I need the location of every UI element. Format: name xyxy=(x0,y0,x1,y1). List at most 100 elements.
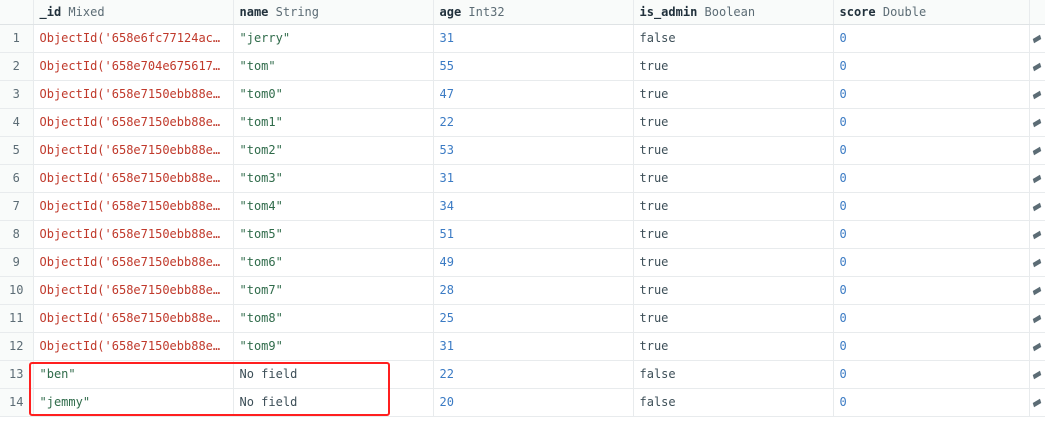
table-row[interactable]: 13 "ben" No field 22 false 0 xyxy=(0,360,1045,389)
table-row[interactable]: 11 ObjectId('658e7150ebb88e… "tom8" 25 true 0 xyxy=(0,304,1045,333)
row-edit-button[interactable] xyxy=(1029,136,1045,165)
cell-score[interactable]: 0 xyxy=(833,52,1030,81)
cell-is-admin[interactable]: true xyxy=(633,276,834,305)
column-header-id[interactable]: _id Mixed xyxy=(33,0,234,25)
cell-name[interactable]: "tom8" xyxy=(233,304,434,333)
cell-age[interactable]: 22 xyxy=(433,108,634,137)
cell-is-admin[interactable]: true xyxy=(633,248,834,277)
cell-name[interactable]: No field xyxy=(233,388,434,417)
row-edit-button[interactable] xyxy=(1029,192,1045,221)
cell-age[interactable]: 28 xyxy=(433,276,634,305)
cell-name[interactable]: "tom3" xyxy=(233,164,434,193)
cell-name[interactable]: "tom5" xyxy=(233,220,434,249)
cell-is-admin[interactable]: true xyxy=(633,52,834,81)
cell-score[interactable]: 0 xyxy=(833,248,1030,277)
cell-id[interactable]: ObjectId('658e6fc77124ac… xyxy=(33,24,234,53)
cell-score[interactable]: 0 xyxy=(833,388,1030,417)
cell-id[interactable]: ObjectId('658e7150ebb88e… xyxy=(33,248,234,277)
cell-name[interactable]: "jerry" xyxy=(233,24,434,53)
cell-age[interactable]: 53 xyxy=(433,136,634,165)
cell-id[interactable]: "ben" xyxy=(33,360,234,389)
cell-score[interactable]: 0 xyxy=(833,276,1030,305)
row-edit-button[interactable] xyxy=(1029,388,1045,417)
cell-score[interactable]: 0 xyxy=(833,304,1030,333)
row-edit-button[interactable] xyxy=(1029,80,1045,109)
cell-name[interactable]: "tom4" xyxy=(233,192,434,221)
cell-is-admin[interactable]: false xyxy=(633,388,834,417)
cell-age[interactable]: 34 xyxy=(433,192,634,221)
cell-id[interactable]: ObjectId('658e7150ebb88e… xyxy=(33,80,234,109)
row-edit-button[interactable] xyxy=(1029,108,1045,137)
row-edit-button[interactable] xyxy=(1029,24,1045,53)
cell-age[interactable]: 31 xyxy=(433,332,634,361)
table-row[interactable]: 8 ObjectId('658e7150ebb88e… "tom5" 51 true 0 xyxy=(0,220,1045,249)
table-row[interactable]: 2 ObjectId('658e704e675617… "tom" 55 true 0 xyxy=(0,52,1045,81)
column-header-age[interactable]: age Int32 xyxy=(433,0,634,25)
cell-id[interactable]: ObjectId('658e7150ebb88e… xyxy=(33,332,234,361)
cell-id[interactable]: ObjectId('658e7150ebb88e… xyxy=(33,276,234,305)
row-edit-button[interactable] xyxy=(1029,220,1045,249)
row-edit-button[interactable] xyxy=(1029,248,1045,277)
cell-id[interactable]: ObjectId('658e7150ebb88e… xyxy=(33,136,234,165)
column-header-name[interactable]: name String xyxy=(233,0,434,25)
row-edit-button[interactable] xyxy=(1029,360,1045,389)
cell-is-admin[interactable]: true xyxy=(633,304,834,333)
cell-age[interactable]: 47 xyxy=(433,80,634,109)
cell-score[interactable]: 0 xyxy=(833,332,1030,361)
row-edit-button[interactable] xyxy=(1029,52,1045,81)
cell-score[interactable]: 0 xyxy=(833,164,1030,193)
cell-name[interactable]: "tom0" xyxy=(233,80,434,109)
cell-id[interactable]: ObjectId('658e7150ebb88e… xyxy=(33,304,234,333)
table-row[interactable]: 5 ObjectId('658e7150ebb88e… "tom2" 53 true 0 xyxy=(0,136,1045,165)
cell-name[interactable]: "tom" xyxy=(233,52,434,81)
cell-age[interactable]: 25 xyxy=(433,304,634,333)
table-row[interactable]: 1 ObjectId('658e6fc77124ac… "jerry" 31 false… xyxy=(0,24,1045,53)
cell-is-admin[interactable]: true xyxy=(633,220,834,249)
cell-is-admin[interactable]: false xyxy=(633,24,834,53)
cell-age[interactable]: 55 xyxy=(433,52,634,81)
column-header-score[interactable]: score Double xyxy=(833,0,1030,25)
table-row[interactable]: 6 ObjectId('658e7150ebb88e… "tom3" 31 true 0 xyxy=(0,164,1045,193)
cell-age[interactable]: 22 xyxy=(433,360,634,389)
column-header-is-admin[interactable]: is_admin Boolean xyxy=(633,0,834,25)
cell-name[interactable]: "tom9" xyxy=(233,332,434,361)
cell-score[interactable]: 0 xyxy=(833,80,1030,109)
cell-id[interactable]: ObjectId('658e7150ebb88e… xyxy=(33,192,234,221)
table-row[interactable]: 9 ObjectId('658e7150ebb88e… "tom6" 49 true 0 xyxy=(0,248,1045,277)
table-row[interactable]: 12 ObjectId('658e7150ebb88e… "tom9" 31 true 0 xyxy=(0,332,1045,361)
cell-score[interactable]: 0 xyxy=(833,360,1030,389)
cell-is-admin[interactable]: true xyxy=(633,108,834,137)
table-row[interactable]: 7 ObjectId('658e7150ebb88e… "tom4" 34 true 0 xyxy=(0,192,1045,221)
cell-age[interactable]: 49 xyxy=(433,248,634,277)
cell-is-admin[interactable]: true xyxy=(633,136,834,165)
cell-age[interactable]: 31 xyxy=(433,164,634,193)
table-row[interactable]: 3 ObjectId('658e7150ebb88e… "tom0" 47 true 0 xyxy=(0,80,1045,109)
cell-score[interactable]: 0 xyxy=(833,108,1030,137)
cell-name[interactable]: "tom1" xyxy=(233,108,434,137)
table-row[interactable]: 10 ObjectId('658e7150ebb88e… "tom7" 28 true 0 xyxy=(0,276,1045,305)
row-edit-button[interactable] xyxy=(1029,332,1045,361)
cell-id[interactable]: ObjectId('658e7150ebb88e… xyxy=(33,108,234,137)
row-edit-button[interactable] xyxy=(1029,164,1045,193)
cell-score[interactable]: 0 xyxy=(833,136,1030,165)
cell-score[interactable]: 0 xyxy=(833,220,1030,249)
cell-name[interactable]: "tom2" xyxy=(233,136,434,165)
cell-age[interactable]: 31 xyxy=(433,24,634,53)
cell-id[interactable]: ObjectId('658e7150ebb88e… xyxy=(33,220,234,249)
table-row[interactable]: 4 ObjectId('658e7150ebb88e… "tom1" 22 true 0 xyxy=(0,108,1045,137)
cell-id[interactable]: "jemmy" xyxy=(33,388,234,417)
cell-id[interactable]: ObjectId('658e7150ebb88e… xyxy=(33,164,234,193)
cell-is-admin[interactable]: false xyxy=(633,360,834,389)
cell-age[interactable]: 51 xyxy=(433,220,634,249)
cell-is-admin[interactable]: true xyxy=(633,332,834,361)
cell-is-admin[interactable]: true xyxy=(633,80,834,109)
cell-is-admin[interactable]: true xyxy=(633,192,834,221)
cell-score[interactable]: 0 xyxy=(833,192,1030,221)
table-row[interactable]: 14 "jemmy" No field 20 false 0 xyxy=(0,388,1045,417)
cell-name[interactable]: "tom6" xyxy=(233,248,434,277)
cell-is-admin[interactable]: true xyxy=(633,164,834,193)
cell-score[interactable]: 0 xyxy=(833,24,1030,53)
cell-age[interactable]: 20 xyxy=(433,388,634,417)
row-edit-button[interactable] xyxy=(1029,304,1045,333)
cell-name[interactable]: "tom7" xyxy=(233,276,434,305)
